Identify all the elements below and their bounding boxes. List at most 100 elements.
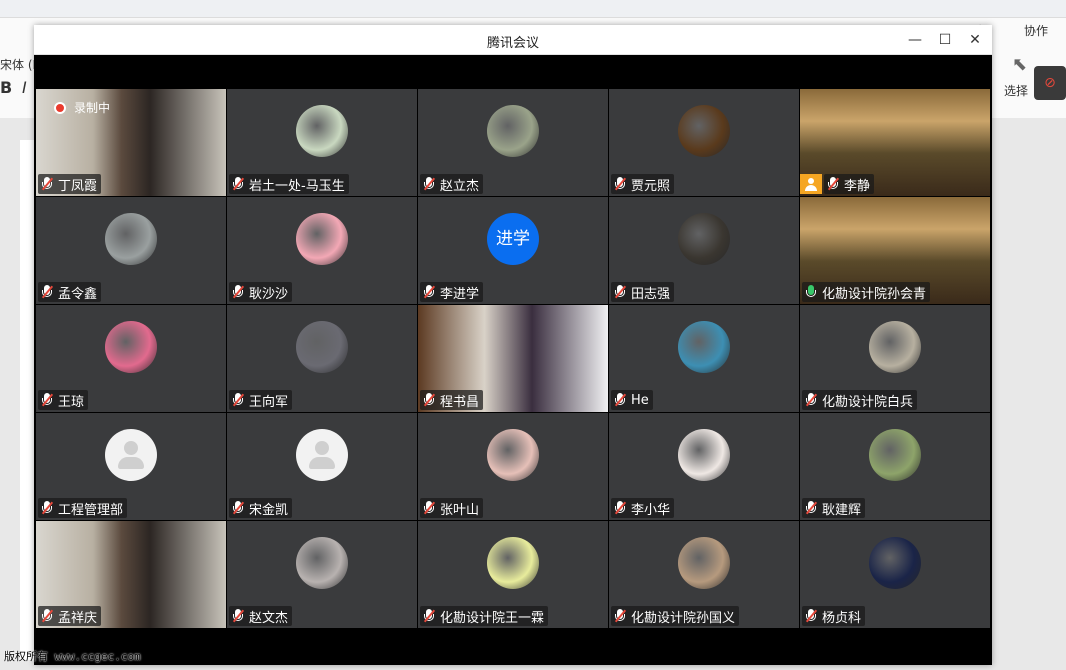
default-user-avatar-icon (296, 429, 348, 481)
participant-tile[interactable]: 李静 (800, 89, 990, 196)
avatar (678, 537, 730, 589)
avatar (487, 105, 539, 157)
participant-name: 化勘设计院孙会青 (822, 286, 927, 302)
participant-name: 田志强 (631, 286, 671, 302)
mic-active-icon (804, 284, 818, 300)
participant-tile[interactable]: He (609, 305, 799, 412)
badge-head (808, 178, 814, 184)
participant-namebar: 耿沙沙 (229, 282, 293, 302)
avatar (296, 213, 348, 265)
watermark-text: 版权所有 www.ccgec.com (4, 650, 141, 663)
mic-muted-icon (422, 176, 436, 192)
participant-namebar: 孟令鑫 (38, 282, 102, 302)
participant-namebar: 程书昌 (420, 390, 484, 410)
participant-name: 孟祥庆 (58, 610, 98, 626)
record-dot-icon (54, 101, 66, 114)
mic-muted-icon (40, 176, 54, 192)
participant-tile[interactable]: 化勘设计院孙国义 (609, 521, 799, 628)
participant-tile[interactable]: 耿建辉 (800, 413, 990, 520)
participant-tile[interactable]: 进学 李进学 (418, 197, 608, 304)
mic-muted-icon (40, 284, 54, 300)
minimize-button[interactable]: — (904, 29, 926, 51)
mic-muted-icon (231, 500, 245, 516)
font-name-select[interactable]: 宋体 (I (0, 56, 36, 73)
participant-tile[interactable]: 录制中丁凤霞 (36, 89, 226, 196)
maximize-button[interactable]: ☐ (934, 29, 956, 51)
participant-tile[interactable]: 宋金凯 (227, 413, 417, 520)
mic-muted-icon (422, 392, 436, 408)
mic-muted-icon (422, 608, 436, 624)
participant-tile[interactable]: 赵文杰 (227, 521, 417, 628)
recording-indicator: 录制中 (54, 99, 110, 116)
bottom-black-bar (34, 629, 992, 665)
mic-muted-icon (613, 500, 627, 516)
participant-name: 李小华 (631, 502, 671, 518)
participant-tile[interactable]: 张叶山 (418, 413, 608, 520)
mic-muted-icon (231, 392, 245, 408)
participant-namebar: 化勘设计院孙会青 (802, 282, 931, 302)
participant-name: 岩土一处-马玉生 (249, 178, 345, 194)
select-tool-button[interactable]: 选择 (1004, 82, 1028, 99)
badge-body (805, 185, 817, 191)
participant-namebar: 岩土一处-马玉生 (229, 174, 349, 194)
participant-namebar: 杨贞科 (802, 606, 866, 626)
mic-stand (806, 290, 816, 297)
top-black-bar (34, 55, 992, 89)
background-tab-bar (0, 0, 1066, 18)
mic-muted-icon (40, 500, 54, 516)
participant-tile[interactable]: 耿沙沙 (227, 197, 417, 304)
mic-muted-icon (40, 608, 54, 624)
mic-muted-icon (613, 176, 627, 192)
avatar (678, 429, 730, 481)
participant-tile[interactable]: 赵立杰 (418, 89, 608, 196)
participant-tile[interactable]: 贾元照 (609, 89, 799, 196)
cursor-arrow-icon: ⬉ (1012, 54, 1028, 75)
participant-namebar: 贾元照 (611, 174, 675, 194)
bold-button[interactable]: B (0, 78, 12, 97)
mic-muted-icon (231, 176, 245, 192)
participant-name: He (631, 392, 649, 408)
mic-muted-icon (613, 608, 627, 624)
participant-name: 王琼 (58, 394, 85, 410)
participant-namebar: 化勘设计院白兵 (802, 390, 918, 410)
participant-name: 杨贞科 (822, 610, 862, 626)
participant-namebar: 李静 (824, 174, 875, 194)
avatar (678, 321, 730, 373)
participant-name: 李进学 (440, 286, 480, 302)
participant-tile[interactable]: 工程管理部 (36, 413, 226, 520)
participant-tile[interactable]: 化勘设计院白兵 (800, 305, 990, 412)
default-user-avatar-icon (105, 429, 157, 481)
participant-namebar: 耿建辉 (802, 498, 866, 518)
participant-tile[interactable]: 孟令鑫 (36, 197, 226, 304)
participant-tile[interactable]: 李小华 (609, 413, 799, 520)
participant-namebar: 王琼 (38, 390, 89, 410)
participant-namebar: 丁凤霞 (38, 174, 102, 194)
participant-tile[interactable]: 孟祥庆 (36, 521, 226, 628)
participant-tile[interactable]: 王琼 (36, 305, 226, 412)
participant-namebar: He (611, 390, 653, 410)
window-titlebar[interactable]: 腾讯会议 — ☐ ✕ (34, 25, 992, 55)
participant-name: 耿沙沙 (249, 286, 289, 302)
avatar (869, 537, 921, 589)
participant-tile[interactable]: 岩土一处-马玉生 (227, 89, 417, 196)
avatar (487, 537, 539, 589)
participant-name: 化勘设计院王一霖 (440, 610, 545, 626)
participant-name: 赵立杰 (440, 178, 480, 194)
close-button[interactable]: ✕ (964, 29, 986, 51)
participant-tile[interactable]: 化勘设计院孙会青 (800, 197, 990, 304)
mic-muted-icon (613, 392, 627, 408)
participant-tile[interactable]: 王向军 (227, 305, 417, 412)
mic-muted-icon (804, 608, 818, 624)
participant-tile[interactable]: 程书昌 (418, 305, 608, 412)
participant-namebar: 工程管理部 (38, 498, 128, 518)
participant-name: 工程管理部 (58, 502, 124, 518)
participant-tile[interactable]: 田志强 (609, 197, 799, 304)
floating-mic-muted-icon[interactable]: ⊘ (1034, 66, 1066, 100)
participant-namebar: 李进学 (420, 282, 484, 302)
avatar (487, 429, 539, 481)
collab-button[interactable]: 协作 (1024, 22, 1048, 39)
participant-tile[interactable]: 化勘设计院王一霖 (418, 521, 608, 628)
italic-button[interactable]: I (22, 78, 27, 97)
participant-namebar: 孟祥庆 (38, 606, 102, 626)
participant-tile[interactable]: 杨贞科 (800, 521, 990, 628)
